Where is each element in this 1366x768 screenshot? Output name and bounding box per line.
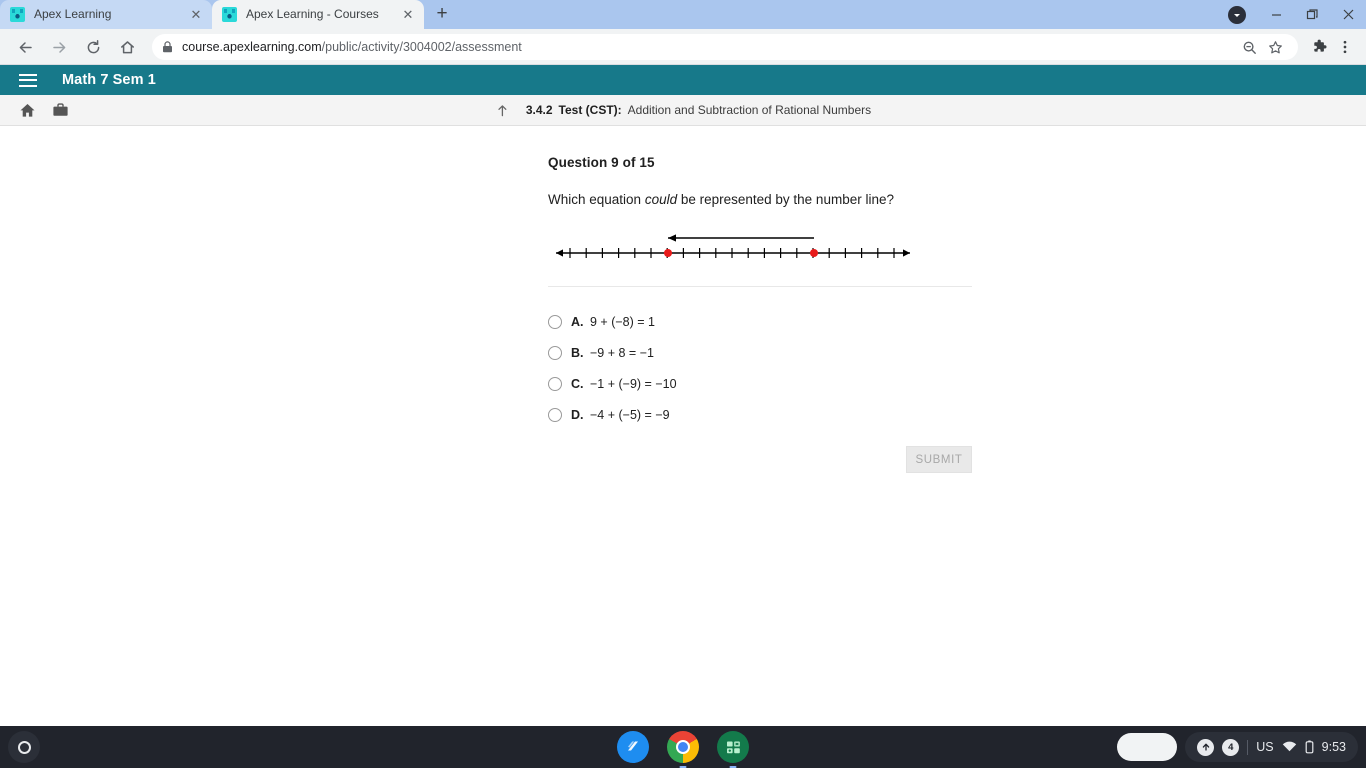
breadcrumb: 3.4.2 Test (CST): Addition and Subtracti… — [0, 95, 1366, 125]
battery-icon[interactable] — [1305, 740, 1314, 754]
back-arrow-icon[interactable] — [11, 33, 39, 61]
zoom-out-icon[interactable] — [1236, 34, 1262, 60]
hamburger-menu-icon[interactable] — [19, 73, 37, 87]
address-bar[interactable]: course.apexlearning.com /public/activity… — [152, 34, 1298, 60]
profile-avatar[interactable] — [1228, 5, 1246, 24]
app-header: Math 7 Sem 1 — [0, 65, 1366, 95]
browser-tab-2[interactable]: Apex Learning - Courses ✕ — [212, 0, 424, 29]
option-letter: B. — [571, 345, 584, 360]
close-icon[interactable]: ✕ — [400, 7, 416, 23]
radio-button[interactable] — [548, 314, 562, 329]
notification-count-badge[interactable]: 4 — [1222, 738, 1240, 756]
clock-label[interactable]: 9:53 — [1322, 740, 1346, 754]
axis-right-arrowhead — [903, 249, 910, 257]
url-host: course.apexlearning.com — [182, 40, 322, 54]
close-icon[interactable]: ✕ — [188, 7, 204, 23]
lock-icon — [162, 41, 173, 53]
axis-left-arrowhead — [556, 249, 563, 257]
prompt-emphasis: could — [644, 192, 678, 207]
calculator-app-icon[interactable] — [717, 731, 749, 768]
close-window-button[interactable] — [1330, 0, 1366, 29]
option-text: 9 + (−8) = 1 — [590, 314, 655, 329]
apex-favicon-icon — [222, 7, 237, 22]
window-controls — [1228, 0, 1366, 29]
option-text: −1 + (−9) = −10 — [590, 376, 677, 391]
radio-button[interactable] — [548, 376, 562, 391]
chromeos-shelf: 4 US 9:53 — [0, 726, 1366, 768]
chrome-menu-icon[interactable] — [1332, 34, 1358, 60]
prompt-part-2: be represented by the number line? — [677, 192, 894, 207]
new-tab-button[interactable]: + — [428, 0, 456, 28]
answer-options-list: A. 9 + (−8) = 1 B. −9 + 8 = −1 C. −1 + (−9) =… — [548, 306, 972, 430]
activity-number: 3.4.2 — [525, 103, 553, 117]
section-divider — [548, 286, 972, 287]
home-icon[interactable] — [113, 33, 141, 61]
question-heading: Question 9 of 15 — [548, 155, 655, 170]
keyboard-layout-label[interactable]: US — [1256, 740, 1273, 754]
browser-tab-strip: Apex Learning ✕ Apex Learning - Courses … — [0, 0, 1366, 29]
question-prompt: Which equation could be represented by t… — [548, 192, 972, 207]
notification-bubble[interactable] — [1117, 733, 1178, 761]
upload-arrow-icon[interactable] — [1197, 738, 1215, 756]
browser-tab-title: Apex Learning — [34, 7, 112, 21]
number-line-svg — [556, 234, 910, 258]
answer-option-d[interactable]: D. −4 + (−5) = −9 — [548, 399, 972, 430]
question-block: Question 9 of 15 Which equation could be… — [548, 155, 972, 266]
extensions-puzzle-icon[interactable] — [1306, 34, 1332, 60]
assessment-content: Question 9 of 15 Which equation could be… — [0, 126, 1366, 728]
radio-button[interactable] — [548, 345, 562, 360]
activity-toolbar: 3.4.2 Test (CST): Addition and Subtracti… — [0, 95, 1366, 126]
status-tray[interactable]: 4 US 9:53 — [1185, 732, 1358, 762]
tray-separator — [1247, 739, 1249, 755]
option-letter: D. — [571, 407, 584, 422]
bookmark-star-icon[interactable] — [1262, 34, 1288, 60]
prompt-part-1: Which equation — [548, 192, 645, 207]
minimize-button[interactable] — [1258, 0, 1294, 29]
number-line-point — [810, 249, 818, 257]
reload-icon[interactable] — [79, 33, 107, 61]
jump-arrow-head — [668, 234, 676, 242]
answer-option-b[interactable]: B. −9 + 8 = −1 — [548, 337, 972, 368]
activity-name: Addition and Subtraction of Rational Num… — [627, 103, 872, 117]
number-line-figure — [548, 224, 972, 266]
up-level-arrow-icon[interactable] — [495, 103, 510, 118]
apex-favicon-icon — [10, 7, 25, 22]
wifi-icon[interactable] — [1282, 741, 1297, 753]
option-letter: C. — [571, 376, 584, 391]
page-title: Math 7 Sem 1 — [62, 72, 156, 88]
activity-kind: Test (CST): — [558, 103, 622, 117]
browser-tab-title: Apex Learning - Courses — [246, 7, 379, 21]
avatar-glyph-icon — [1234, 13, 1240, 17]
browser-tab-1[interactable]: Apex Learning ✕ — [0, 0, 212, 29]
browser-toolbar: course.apexlearning.com /public/activity… — [0, 29, 1366, 65]
option-letter: A. — [571, 314, 584, 329]
number-line-point — [664, 249, 672, 257]
url-path: /public/activity/3004002/assessment — [321, 40, 522, 54]
forward-arrow-icon[interactable] — [45, 33, 73, 61]
option-text: −9 + 8 = −1 — [590, 345, 654, 360]
system-tray-area: 4 US 9:53 — [1117, 731, 1358, 763]
maximize-button[interactable] — [1294, 0, 1330, 29]
answer-option-a[interactable]: A. 9 + (−8) = 1 — [548, 306, 972, 337]
radio-button[interactable] — [548, 407, 562, 422]
option-text: −4 + (−5) = −9 — [590, 407, 670, 422]
answer-option-c[interactable]: C. −1 + (−9) = −10 — [548, 368, 972, 399]
submit-button[interactable]: SUBMIT — [906, 446, 972, 473]
chrome-app-icon[interactable] — [667, 731, 699, 768]
nearpod-app-icon[interactable] — [617, 731, 649, 763]
